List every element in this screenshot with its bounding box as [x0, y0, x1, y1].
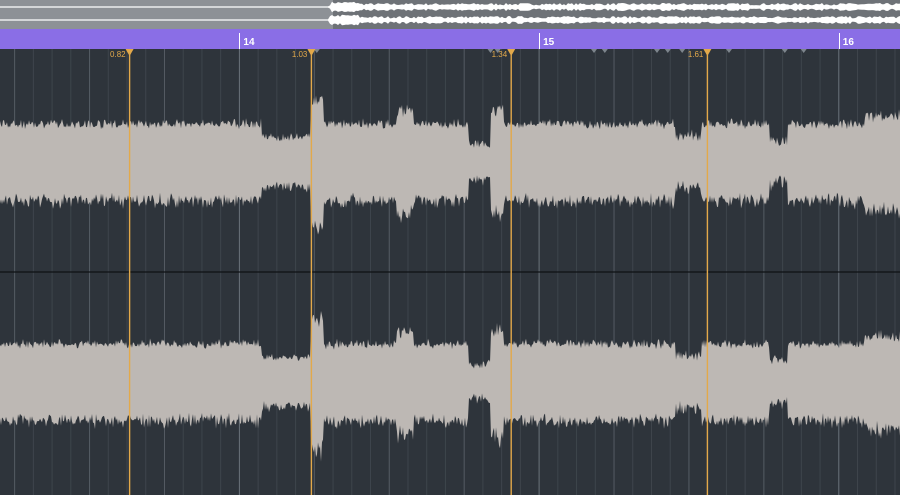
transient-marker: [654, 49, 660, 53]
overview-channel-2: [0, 14, 900, 26]
waveform-right-channel: [0, 311, 900, 462]
transient-marker: [679, 49, 686, 53]
warp-marker-label: 1.34: [492, 50, 508, 59]
transient-marker: [591, 49, 597, 53]
transient-marker: [601, 49, 608, 53]
warp-marker-label: 0.82: [110, 50, 126, 59]
warp-marker-handle: [507, 49, 516, 56]
sample-editor[interactable]: 0.82 1.03 1.34 1.61: [0, 49, 900, 495]
warp-marker-label: 1.03: [292, 50, 308, 59]
waveform-overview[interactable]: [0, 0, 900, 29]
bar-ruler[interactable]: 14 15 16: [0, 29, 900, 49]
warp-marker-handle: [703, 49, 712, 56]
bar-number: 16: [842, 37, 854, 48]
bar-line: [539, 33, 541, 49]
bar-number: 15: [543, 37, 555, 48]
warp-marker-label: 1.61: [688, 50, 704, 59]
overview-channel-1: [0, 1, 900, 13]
stereo-waveform-display[interactable]: 0.82 1.03 1.34 1.61: [0, 49, 900, 495]
bar-number: 14: [243, 37, 255, 48]
waveform-left-channel: [0, 95, 900, 235]
bar-line: [838, 33, 840, 49]
overview-waveform: [0, 1, 900, 26]
bar-line: [239, 33, 241, 49]
